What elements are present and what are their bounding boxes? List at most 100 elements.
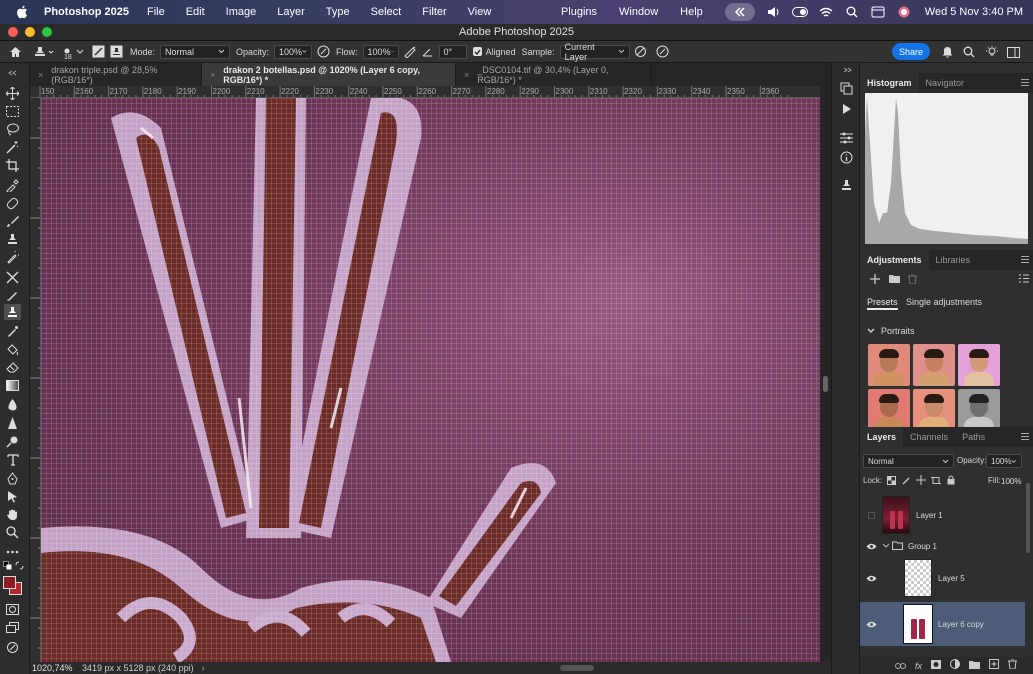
- clone-source-icon[interactable]: [839, 178, 854, 193]
- actions-play-icon[interactable]: [839, 101, 854, 116]
- preset-thumbnail[interactable]: [868, 389, 910, 431]
- more-tools-icon[interactable]: [4, 544, 21, 560]
- delete-layer-icon[interactable]: [1008, 658, 1017, 672]
- healing-brush-tool-icon[interactable]: [4, 195, 21, 211]
- menu-image[interactable]: Image: [226, 6, 257, 18]
- tab-channels[interactable]: Channels: [903, 427, 955, 447]
- scrollbar-thumb[interactable]: [823, 376, 828, 392]
- blur-tool-icon[interactable]: [4, 397, 21, 413]
- spotlight-search-icon[interactable]: [841, 3, 863, 21]
- group-chevron-icon[interactable]: [882, 542, 892, 551]
- siri-icon[interactable]: [893, 3, 915, 21]
- pressure-size-icon[interactable]: [652, 43, 674, 61]
- lasso-tool-icon[interactable]: [4, 121, 21, 137]
- lock-all-icon[interactable]: [947, 475, 955, 488]
- flow-field[interactable]: 100%: [362, 44, 399, 59]
- blend-mode-select[interactable]: Normal: [863, 454, 954, 468]
- gradient-tool-icon[interactable]: [4, 377, 21, 393]
- tab-navigator[interactable]: Navigator: [919, 73, 972, 93]
- menu-window[interactable]: Window: [619, 6, 658, 18]
- zoom-level[interactable]: 1020,74%: [32, 663, 82, 673]
- type-tool-icon[interactable]: [4, 452, 21, 468]
- pencil-tool-icon[interactable]: [4, 287, 21, 303]
- document-canvas[interactable]: [41, 98, 820, 662]
- layer-name[interactable]: Layer 1: [916, 511, 943, 520]
- preset-thumbnail[interactable]: [913, 344, 955, 386]
- visibility-toggle-off[interactable]: [860, 511, 882, 519]
- hand-tool-icon[interactable]: [4, 506, 21, 522]
- preset-thumbnail[interactable]: [913, 389, 955, 431]
- mode-select[interactable]: Normal: [160, 44, 231, 59]
- edit-toolbar-icon[interactable]: [4, 639, 21, 655]
- tab-dsc0104[interactable]: × _DSC0104.tif @ 30,4% (Layer 0, RGB/16*…: [456, 63, 652, 86]
- screen-mode-icon[interactable]: [4, 619, 21, 635]
- sharpen-tool-icon[interactable]: [4, 415, 21, 431]
- search-icon[interactable]: [962, 43, 976, 61]
- toolbar-collapse-icon[interactable]: [4, 69, 21, 77]
- apple-icon[interactable]: [14, 4, 30, 20]
- mixer-brush-tool-icon[interactable]: [4, 269, 21, 285]
- panel-menu-icon[interactable]: [1021, 79, 1029, 86]
- fill-field[interactable]: 100%: [987, 474, 1021, 488]
- eyedropper-tool-icon[interactable]: [4, 177, 21, 193]
- preset-thumbnail[interactable]: [958, 389, 1000, 431]
- close-tab-icon[interactable]: ×: [210, 70, 215, 80]
- menu-clock[interactable]: Wed 5 Nov 3:40 PM: [925, 6, 1023, 18]
- menu-edit[interactable]: Edit: [186, 6, 205, 18]
- brush-size-picker[interactable]: 18: [58, 43, 88, 61]
- info-panel-icon[interactable]: [839, 150, 854, 165]
- close-tab-icon[interactable]: ×: [38, 70, 43, 80]
- menu-view[interactable]: View: [468, 6, 492, 18]
- wifi-icon[interactable]: [815, 3, 837, 21]
- clone-stamp-preset-icon[interactable]: [30, 43, 58, 61]
- menu-extras-icon[interactable]: [867, 3, 889, 21]
- add-adjustment-icon[interactable]: [870, 274, 880, 287]
- collapse-chevrons-icon[interactable]: [724, 3, 755, 21]
- home-icon[interactable]: [0, 43, 30, 61]
- chevron-down-icon[interactable]: [867, 325, 875, 337]
- layer-row[interactable]: Layer 1: [860, 496, 1025, 534]
- lock-image-icon[interactable]: [902, 476, 911, 488]
- paint-bucket-tool-icon[interactable]: [4, 341, 21, 357]
- eraser-tool-icon[interactable]: [4, 359, 21, 375]
- section-portraits[interactable]: Portraits: [881, 326, 915, 336]
- control-center-icon[interactable]: [789, 3, 811, 21]
- panel-menu-icon[interactable]: [1021, 433, 1029, 440]
- panel-menu-icon[interactable]: [1021, 256, 1029, 263]
- foreground-color-swatch[interactable]: [3, 576, 16, 589]
- eye-icon[interactable]: [860, 575, 882, 582]
- folder-icon[interactable]: [889, 274, 900, 286]
- scrollbar-thumb[interactable]: [1026, 483, 1030, 553]
- swap-colors-icon[interactable]: [14, 560, 24, 570]
- brush-tool-icon[interactable]: [4, 213, 21, 229]
- preset-thumbnail[interactable]: [868, 344, 910, 386]
- default-colors-icon[interactable]: [2, 560, 12, 570]
- crop-tool-icon[interactable]: [4, 157, 21, 173]
- layer-name[interactable]: Layer 6 copy: [938, 620, 984, 629]
- layer-group-row[interactable]: Group 1: [860, 537, 1025, 555]
- tab-adjustments[interactable]: Adjustments: [860, 250, 929, 270]
- menu-type[interactable]: Type: [326, 6, 350, 18]
- subtab-presets[interactable]: Presets: [867, 297, 898, 310]
- new-adjustment-layer-icon[interactable]: [950, 659, 960, 672]
- canvas-vertical-scrollbar[interactable]: [820, 86, 831, 662]
- eye-icon[interactable]: [860, 543, 882, 550]
- properties-sliders-icon[interactable]: [839, 130, 854, 145]
- list-view-icon[interactable]: [1019, 274, 1029, 286]
- tab-drakon-triple[interactable]: × drakon triple.psd @ 28,5% (RGB/16*): [30, 63, 202, 86]
- layer-name[interactable]: Group 1: [908, 542, 937, 551]
- tab-layers[interactable]: Layers: [860, 427, 904, 447]
- preset-thumbnail[interactable]: [958, 344, 1000, 386]
- layer-name[interactable]: Layer 5: [938, 574, 965, 583]
- zoom-tool-icon[interactable]: [4, 524, 21, 540]
- canvas-horizontal-scroll-thumb[interactable]: [560, 665, 594, 671]
- menu-layer[interactable]: Layer: [277, 6, 305, 18]
- tab-histogram[interactable]: Histogram: [860, 73, 919, 93]
- clone-stamp-tool-icon[interactable]: [4, 304, 21, 320]
- angle-field[interactable]: 0°: [438, 44, 467, 59]
- tab-paths[interactable]: Paths: [955, 427, 992, 447]
- aligned-checkbox[interactable]: [472, 47, 482, 56]
- move-tool-icon[interactable]: [4, 85, 21, 101]
- new-layer-icon[interactable]: [989, 659, 999, 672]
- airbrush-icon[interactable]: [399, 43, 421, 61]
